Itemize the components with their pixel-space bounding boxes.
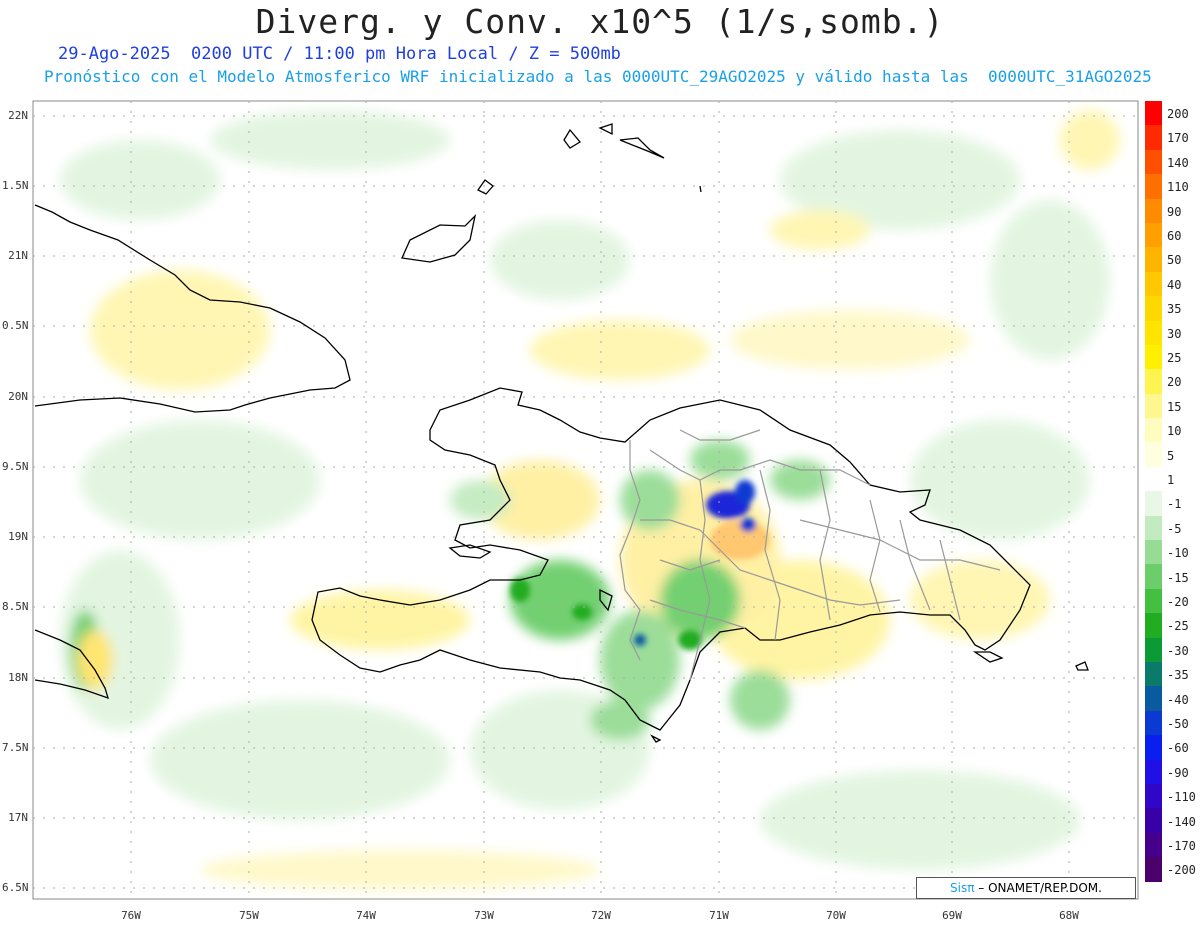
lat-label: 21N [8,249,28,262]
colorbar-segment [1145,271,1162,297]
forecast-map [32,100,1139,900]
colorbar-segment [1145,222,1162,248]
colorbar-tick-label: 170 [1167,131,1189,146]
colorbar-segment [1145,686,1162,711]
colorbar-segment [1145,442,1162,467]
colorbar-tick-label: 110 [1167,180,1189,195]
colorbar-tick-label: 10 [1167,424,1182,439]
colorbar-tick-label: -35 [1167,668,1189,683]
colorbar-tick-label: -110 [1167,790,1196,805]
colorbar-segment [1145,174,1162,199]
lat-label: 8.5N [2,600,29,613]
colorbar-segment [1145,393,1162,419]
lat-label: 20N [8,390,28,403]
colorbar-segment [1145,637,1162,662]
colorbar-tick-label: 30 [1167,326,1182,341]
lat-label: 22N [8,109,28,122]
colorbar-tick-label: -15 [1167,570,1189,585]
colorbar-tick-label: -140 [1167,814,1196,829]
lat-label: 6.5N [2,881,29,894]
colorbar-tick-label: 90 [1167,204,1182,219]
colorbar-segment [1145,296,1162,321]
colorbar-segment [1145,759,1162,784]
lat-label: 17N [8,811,28,824]
colorbar-tick-label: 20 [1167,375,1182,390]
lon-label: 75W [239,909,259,922]
colorbar-segment [1145,588,1162,614]
colorbar-segment [1145,857,1162,882]
colorbar-segment [1145,783,1162,809]
colorbar-tick-label: -170 [1167,839,1196,853]
lon-label: 71W [709,909,729,922]
colorbar-tick-label: -30 [1167,643,1189,658]
colorbar-tick-label: -40 [1167,692,1189,707]
colorbar-segment [1145,369,1162,394]
colorbar-segment [1145,564,1162,589]
colorbar-segment [1145,710,1162,736]
colorbar-tick-label: -60 [1167,741,1189,756]
colorbar-tick-label: -90 [1167,765,1189,780]
lon-label: 74W [356,909,376,922]
colorbar-segment [1145,247,1162,272]
credit-text: – ONAMET/REP.DOM. [974,881,1102,895]
lon-label: 70W [826,909,846,922]
colorbar [1145,101,1162,882]
lon-label: 76W [121,909,141,922]
colorbar-tick-label: -200 [1167,863,1196,878]
lon-label: 73W [474,909,494,922]
colorbar-segment [1145,808,1162,833]
colorbar-tick-label: 5 [1167,448,1175,463]
colorbar-segment [1145,101,1162,126]
colorbar-tick-label: 1 [1167,473,1175,487]
colorbar-segment [1145,125,1162,150]
colorbar-tick-label: 15 [1167,399,1182,414]
lon-label: 68W [1059,909,1079,922]
colorbar-tick-label: 60 [1167,229,1182,243]
colorbar-segment [1145,198,1162,223]
colorbar-tick-label: -20 [1167,595,1189,609]
colorbar-segment [1145,149,1162,175]
lat-label: 1.5N [2,179,29,192]
colorbar-tick-label: 40 [1167,277,1182,292]
colorbar-segment [1145,540,1162,565]
colorbar-tick-label: -1 [1167,497,1182,512]
lat-label: 18N [8,671,28,684]
colorbar-tick-label: -10 [1167,546,1189,561]
lon-label: 72W [591,909,611,922]
credit-box: Sisπ – ONAMET/REP.DOM. [916,877,1136,899]
lat-label: 19N [8,530,28,543]
colorbar-segment [1145,613,1162,638]
colorbar-segment [1145,491,1162,516]
colorbar-tick-label: -5 [1167,521,1182,536]
colorbar-segment [1145,735,1162,760]
colorbar-segment [1145,418,1162,443]
colorbar-tick-label: 25 [1167,351,1182,365]
colorbar-segment [1145,832,1162,858]
colorbar-tick-label: 140 [1167,155,1189,170]
colorbar-tick-label: -25 [1167,619,1189,634]
lat-label: 7.5N [2,741,29,754]
colorbar-tick-label: -50 [1167,717,1189,731]
colorbar-segment [1145,466,1162,492]
colorbar-segment [1145,320,1162,345]
colorbar-segment [1145,344,1162,370]
lat-label: 9.5N [2,460,29,473]
lat-label: 0.5N [2,319,29,332]
colorbar-segment [1145,515,1162,541]
colorbar-tick-label: 50 [1167,253,1182,268]
colorbar-segment [1145,661,1162,687]
colorbar-tick-label: 35 [1167,302,1182,317]
lon-label: 69W [942,909,962,922]
sispi-logo: Sisπ [950,881,975,895]
colorbar-tick-label: 200 [1167,107,1189,121]
